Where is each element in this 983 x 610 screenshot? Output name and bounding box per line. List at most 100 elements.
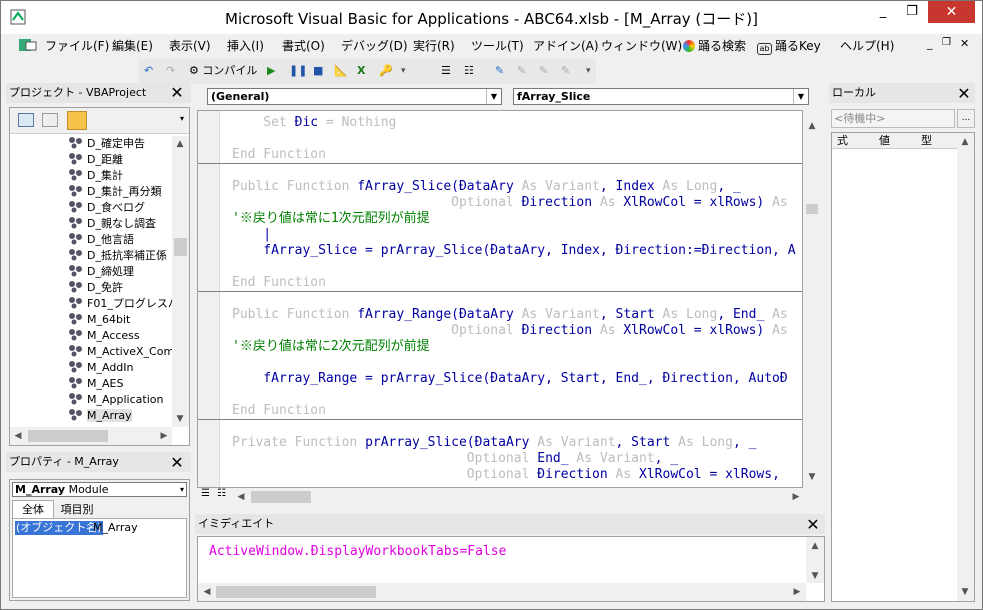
tree-item[interactable]: D_集計 — [68, 168, 123, 184]
tree-item[interactable]: M_Access — [68, 328, 140, 344]
menu-debug[interactable]: デバッグ(D) — [341, 37, 408, 54]
redo-icon[interactable]: ↷ — [166, 62, 175, 80]
code-line[interactable]: Optional Ðirection As XlRowCol = xlRows)… — [232, 323, 788, 339]
excel-view-icon[interactable] — [17, 37, 39, 53]
tree-item[interactable]: D_免許 — [68, 280, 123, 296]
tree-item[interactable]: M_AES — [68, 376, 123, 392]
scroll-left-icon[interactable]: ◀ — [10, 428, 26, 444]
menu-format[interactable]: 書式(O) — [282, 37, 325, 54]
bookmark-icon[interactable]: ✎ — [561, 62, 570, 80]
menu-file[interactable]: ファイル(F) — [45, 37, 109, 54]
scroll-right-icon[interactable]: ▶ — [789, 584, 805, 600]
tree-item[interactable]: D_食べログ — [68, 200, 145, 216]
code-line[interactable]: Optional End_ As Variant, _ — [232, 451, 678, 467]
view-code-icon[interactable] — [18, 113, 34, 127]
code-line[interactable]: '※戻り値は常に2次元配列が前提 — [232, 339, 430, 355]
immediate-vscrollbar[interactable]: ▲ ▼ — [806, 537, 824, 583]
comment-block-icon[interactable]: ✎ — [517, 62, 526, 80]
code-line[interactable]: Public Function fArray_Slice(ÐataAry As … — [232, 179, 741, 195]
tree-item[interactable]: D_確定申告 — [68, 136, 145, 152]
code-line[interactable]: End Function — [232, 275, 326, 291]
code-line[interactable]: fArray_Slice = prArray_Slice(ÐataAry, In… — [232, 243, 795, 259]
excel-icon[interactable]: X — [357, 62, 365, 80]
col-value[interactable]: 値 — [879, 133, 890, 149]
restore-button[interactable]: ❐ — [898, 1, 926, 23]
project-hscroll-thumb[interactable] — [28, 430, 108, 442]
code-hscroll-thumb[interactable] — [251, 491, 311, 503]
properties-close-icon[interactable]: ✕ — [168, 454, 186, 472]
menu-view[interactable]: 表示(V) — [169, 37, 211, 54]
toggle-breakpoint-icon[interactable]: ✎ — [495, 62, 504, 80]
tree-item[interactable]: D_他言語 — [68, 232, 134, 248]
menu-odoru-key[interactable]: ab 踊るKey — [757, 37, 821, 55]
view-object-icon[interactable] — [42, 113, 58, 127]
full-module-view-icon[interactable]: ☷ — [217, 488, 226, 499]
code-line[interactable]: Private Function prArray_Slice(ÐataAry A… — [232, 435, 756, 451]
code-vscroll-thumb[interactable] — [806, 204, 818, 214]
child-close-button[interactable]: ✕ — [960, 37, 969, 50]
project-toolbar-more-icon[interactable]: ▾ — [180, 114, 184, 123]
code-line[interactable]: fArray_Range = prArray_Slice(ÐataAry, St… — [232, 371, 787, 387]
child-restore-button[interactable]: ❐ — [942, 37, 951, 48]
code-line[interactable]: '※戻り値は常に1次元配列が前提 — [232, 211, 430, 227]
col-type[interactable]: 型 — [921, 133, 932, 149]
design-mode-icon[interactable]: 📐 — [334, 62, 348, 80]
tree-item[interactable]: M_Array — [68, 408, 132, 424]
code-line[interactable]: End Function — [232, 403, 326, 419]
scroll-up-icon[interactable]: ▲ — [172, 136, 188, 152]
scroll-left-icon[interactable]: ◀ — [199, 584, 215, 600]
margin-indicator-bar[interactable] — [198, 111, 220, 487]
code-editor[interactable]: Set Ðic = Nothing End Function Public Func… — [197, 110, 803, 488]
uncomment-block-icon[interactable]: ✎ — [539, 62, 548, 80]
locals-vscrollbar[interactable]: ▲ ▼ — [957, 133, 974, 601]
indent-icon[interactable]: ☰ — [441, 62, 451, 80]
scroll-right-icon[interactable]: ▶ — [156, 428, 172, 444]
scroll-down-icon[interactable]: ▼ — [172, 411, 188, 427]
code-line[interactable]: Public Function fArray_Range(ÐataAry As … — [232, 307, 788, 323]
menu-window[interactable]: ウィンドウ(W) — [601, 37, 682, 54]
immediate-hscroll-thumb[interactable] — [216, 586, 376, 598]
scroll-left-icon[interactable]: ◀ — [233, 489, 249, 505]
scroll-up-icon[interactable]: ▲ — [957, 134, 973, 150]
stop-icon[interactable]: ■ — [313, 62, 323, 80]
tree-item[interactable]: M_ActiveX_Comb — [68, 344, 172, 360]
code-line[interactable]: | — [232, 227, 271, 243]
menu-addin[interactable]: アドイン(A) — [533, 37, 599, 54]
locals-close-icon[interactable]: ✕ — [955, 85, 973, 103]
immediate-pane[interactable]: ActiveWindow.ÐisplayWorkbookTabs=False ▲… — [197, 536, 825, 602]
tree-item[interactable]: M_64bit — [68, 312, 130, 328]
close-button[interactable]: ✕ — [928, 1, 975, 23]
undo-icon[interactable]: ↶ — [144, 62, 153, 80]
property-name[interactable]: (オブジェクト名) — [15, 521, 103, 535]
tree-item[interactable]: M_AddIn — [68, 360, 134, 376]
tree-item[interactable]: M_Application — [68, 392, 163, 408]
project-hscrollbar[interactable]: ◀ ▶ — [10, 427, 172, 445]
project-vscrollbar[interactable]: ▲ ▼ — [172, 136, 189, 427]
outdent-icon[interactable]: ☷ — [464, 62, 474, 80]
property-value[interactable]: M_Array — [93, 521, 138, 535]
toolbar2-options-icon[interactable]: ▾ — [586, 62, 591, 80]
code-line[interactable]: End Function — [232, 147, 326, 163]
code-hscrollbar[interactable]: ☰ ☷ ◀ ▶ — [197, 488, 803, 506]
code-line[interactable]: Optional Ðirection As XlRowCol = xlRows)… — [232, 195, 788, 211]
menu-tools[interactable]: ツール(T) — [471, 37, 524, 54]
project-close-icon[interactable]: ✕ — [168, 84, 186, 102]
col-expression[interactable]: 式 — [837, 133, 848, 149]
pause-icon[interactable]: ❚❚ — [289, 62, 307, 80]
menu-insert[interactable]: 挿入(I) — [227, 37, 264, 54]
scroll-down-icon[interactable]: ▼ — [804, 469, 820, 485]
tree-item[interactable]: D_親なし調査 — [68, 216, 156, 232]
scroll-up-icon[interactable]: ▲ — [807, 538, 823, 554]
immediate-hscrollbar[interactable]: ◀ ▶ — [198, 583, 806, 601]
scroll-up-icon[interactable]: ▲ — [804, 118, 820, 134]
code-line[interactable]: Set Ðic = Nothing — [232, 115, 396, 131]
child-minimize-button[interactable]: _ — [927, 37, 933, 50]
scroll-down-icon[interactable]: ▼ — [957, 584, 973, 600]
scroll-down-icon[interactable]: ▼ — [807, 568, 823, 584]
object-browser-icon[interactable]: 🔑 — [379, 62, 393, 80]
scroll-right-icon[interactable]: ▶ — [788, 489, 804, 505]
immediate-close-icon[interactable]: ✕ — [804, 516, 822, 534]
tree-item[interactable]: D_距離 — [68, 152, 123, 168]
object-select[interactable]: M_Array Module ▾ — [12, 482, 187, 497]
immediate-text[interactable]: ActiveWindow.ÐisplayWorkbookTabs=False — [209, 544, 506, 559]
